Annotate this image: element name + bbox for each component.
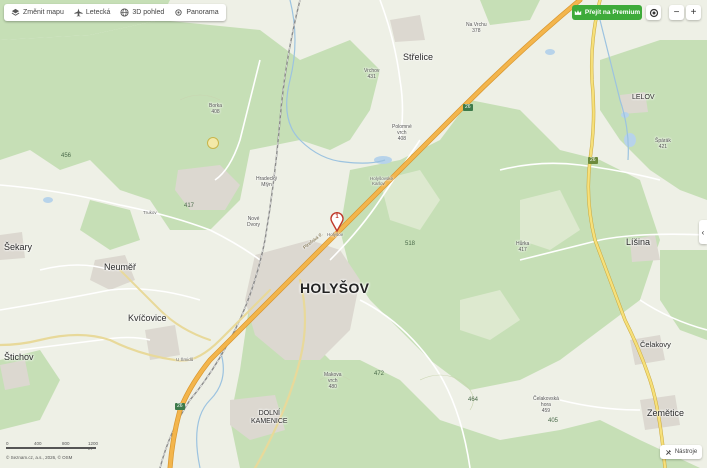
town-label: Líšina xyxy=(626,237,651,247)
locate-icon xyxy=(649,8,658,17)
scale-tick: 1200 m xyxy=(88,441,99,451)
scale-tick: 0 xyxy=(6,441,9,446)
globe-icon xyxy=(120,8,129,17)
place-label: Vrchov 431 xyxy=(364,68,379,80)
premium-label: Přejít na Premium xyxy=(584,9,641,16)
road-shield: 26 xyxy=(463,104,473,111)
road-shield: 26 xyxy=(588,157,598,164)
place-label: Borka 408 xyxy=(209,103,222,115)
town-label: Střelice xyxy=(403,52,434,62)
3d-view-button[interactable]: 3D pohled xyxy=(115,4,169,21)
place-label: Nové Dvory xyxy=(247,216,260,228)
place-label: Holyšov xyxy=(327,232,344,237)
chevron-left-icon: ‹ xyxy=(701,227,705,237)
place-label: Na Vrchu 378 xyxy=(466,22,487,34)
premium-button[interactable]: Přejít na Premium xyxy=(572,5,642,20)
town-label: Kvíčovice xyxy=(128,313,167,323)
place-elevation: 417 xyxy=(518,247,527,253)
place-name: Dvory xyxy=(247,222,261,228)
scale-tick: 800 xyxy=(62,441,70,446)
peak-elevation: 417 xyxy=(184,203,195,209)
aerial-button[interactable]: Letecká xyxy=(69,4,116,21)
place-elevation: 431 xyxy=(367,74,376,80)
place-elevation: 408 xyxy=(211,109,220,115)
plane-icon xyxy=(74,8,83,17)
town-label: Štichov xyxy=(4,352,34,362)
place-elevation: 408 xyxy=(397,136,407,142)
place-label: Polomné vrch 408 xyxy=(392,124,412,142)
town-label: LELOV xyxy=(632,94,655,101)
peak-elevation: 472 xyxy=(374,371,385,377)
map-canvas[interactable]: 26 26 26 Střelice LELOV Líšina Neuměř Kv… xyxy=(0,0,707,468)
locate-button[interactable] xyxy=(646,5,661,20)
city-label: HOLYŠOV xyxy=(300,280,370,296)
layers-icon xyxy=(11,8,20,16)
crown-icon xyxy=(574,10,582,15)
side-panel-toggle[interactable]: ‹ xyxy=(699,220,707,244)
zoom-in-button[interactable]: + xyxy=(686,5,701,20)
panorama-button[interactable]: Panorama xyxy=(169,4,223,21)
location-pin-icon[interactable]: 1 xyxy=(330,212,344,232)
peak-elevation: 405 xyxy=(548,418,559,424)
place-label: Špárák 421 xyxy=(655,138,671,150)
place-name: Mlýn xyxy=(261,182,272,188)
place-elevation: 378 xyxy=(472,28,481,34)
place-label: Karlov xyxy=(372,181,385,186)
tools-icon xyxy=(665,449,671,455)
town-label: Zemětice xyxy=(647,408,685,418)
town-label: DOLNÍ KAMENICE xyxy=(251,410,288,426)
place-elevation: 459 xyxy=(541,408,551,414)
road-shield: 26 xyxy=(175,403,185,410)
place-label: Hradecký Mlýn xyxy=(256,176,277,188)
place-label: Makova vrch 480 xyxy=(324,372,342,390)
town-label-line: DOLNÍ xyxy=(258,410,280,417)
town-label: Čelakovy xyxy=(640,340,671,349)
town-label: Neuměř xyxy=(104,262,137,272)
scale-bar: 0 400 800 1200 m xyxy=(6,441,101,452)
attribution: © Seznam.cz, a.s., 2026, © OSM xyxy=(6,455,73,460)
town-label: Šekary xyxy=(4,242,33,252)
place-label: Hůrka 417 xyxy=(516,241,529,253)
place-label: Trukov xyxy=(143,210,157,215)
tools-label: Nástroje xyxy=(674,449,698,455)
tools-button[interactable]: Nástroje xyxy=(660,445,702,459)
place-elevation: 480 xyxy=(328,384,337,390)
map-toolbar: Změnit mapu Letecká 3D pohled Panorama xyxy=(4,4,226,21)
map-layer xyxy=(0,0,707,468)
aerial-label: Letecká xyxy=(85,9,111,16)
zoom-out-button[interactable]: − xyxy=(669,5,684,20)
place-label: U Šmidů xyxy=(176,357,194,362)
panorama-icon xyxy=(175,9,182,16)
town-label-line: KAMENICE xyxy=(251,418,288,425)
poi-marker-icon[interactable] xyxy=(207,137,219,149)
peak-elevation: 518 xyxy=(405,241,416,247)
peak-elevation: 464 xyxy=(468,397,479,403)
scale-line xyxy=(6,447,96,449)
peak-elevation: 456 xyxy=(61,153,72,159)
change-map-label: Změnit mapu xyxy=(23,9,64,16)
pin-number: 1 xyxy=(335,214,339,220)
panorama-label: Panorama xyxy=(186,9,219,16)
place-label: Čelakovská hora 459 xyxy=(533,396,559,414)
change-map-button[interactable]: Změnit mapu xyxy=(6,4,69,21)
place-elevation: 421 xyxy=(658,144,668,150)
scale-tick: 400 xyxy=(34,441,42,446)
3d-view-label: 3D pohled xyxy=(132,9,165,16)
